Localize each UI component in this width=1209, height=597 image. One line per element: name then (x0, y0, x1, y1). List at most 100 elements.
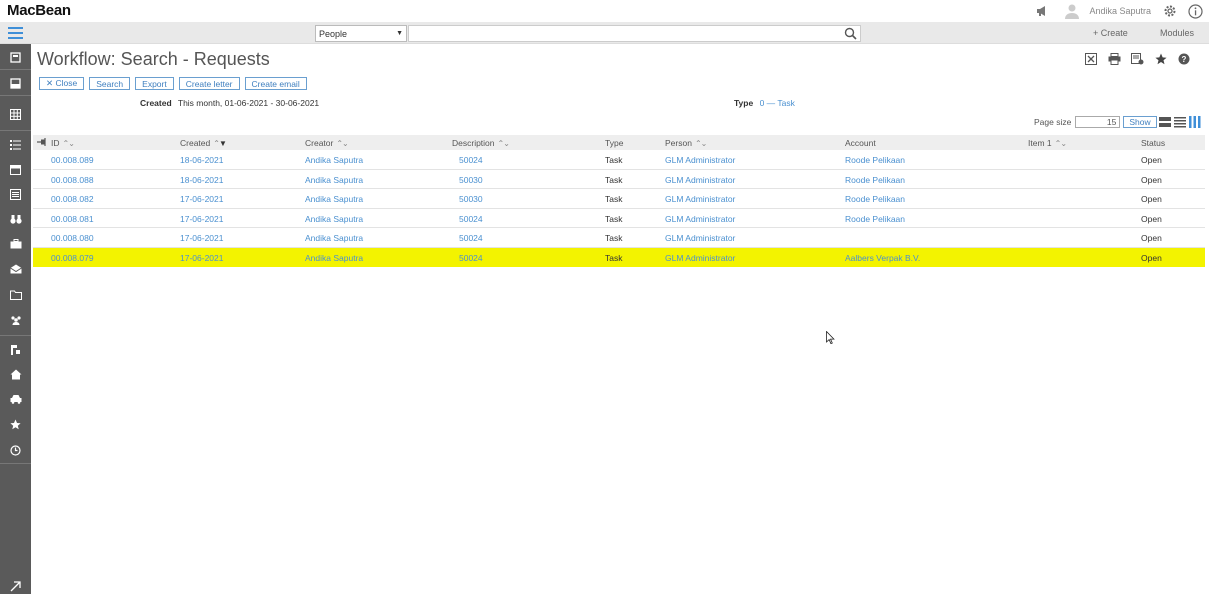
help-icon[interactable]: ? (1177, 52, 1191, 66)
table-row[interactable]: 00.008.079 17-06-2021 Andika Saputra 50024 T… (33, 247, 1205, 267)
cell-person[interactable]: GLM Administrator (665, 155, 735, 165)
cell-creator[interactable]: Andika Saputra (305, 233, 363, 243)
table-row[interactable]: 00.008.089 18-06-2021 Andika Saputra 50024 T… (33, 150, 1205, 170)
column-header-description[interactable]: Description ⌃⌄ (452, 138, 510, 148)
cell-account[interactable]: Roode Pelikaan (845, 155, 905, 165)
cell-person[interactable]: GLM Administrator (665, 214, 735, 224)
cell-created[interactable]: 17-06-2021 (180, 194, 223, 204)
settings-icon[interactable] (1130, 52, 1144, 66)
cell-id[interactable]: 00.008.089 (51, 155, 94, 165)
column-header-status[interactable]: Status (1141, 138, 1165, 148)
cell-creator[interactable]: Andika Saputra (305, 155, 363, 165)
cell-account[interactable]: Roode Pelikaan (845, 175, 905, 185)
create-button[interactable]: + Create (1093, 25, 1128, 41)
cell-description[interactable]: 50024 (459, 155, 483, 165)
cell-creator[interactable]: Andika Saputra (305, 214, 363, 224)
cell-person[interactable]: GLM Administrator (665, 175, 735, 185)
mail-icon[interactable] (0, 258, 31, 280)
sort-icon[interactable]: ⌃⌄ (336, 139, 348, 148)
avatar[interactable] (1059, 3, 1085, 19)
column-header-id[interactable]: ID ⌃⌄ (51, 138, 75, 148)
search-button[interactable]: Search (89, 77, 131, 90)
home-icon[interactable] (0, 363, 31, 385)
app-logo[interactable]: MacBean (7, 2, 71, 19)
car-icon[interactable] (0, 388, 31, 410)
column-header-created[interactable]: Created ⌃▼ (180, 138, 227, 148)
menu-icon[interactable] (0, 22, 31, 44)
modules-button[interactable]: Modules (1160, 25, 1194, 41)
cell-description[interactable]: 50024 (459, 233, 483, 243)
cell-id[interactable]: 00.008.088 (51, 175, 94, 185)
cell-person[interactable]: GLM Administrator (665, 233, 735, 243)
cell-description[interactable]: 50030 (459, 175, 483, 185)
cell-id[interactable]: 00.008.080 (51, 233, 94, 243)
cell-created[interactable]: 18-06-2021 (180, 175, 223, 185)
sort-icon[interactable]: ⌃⌄ (695, 139, 707, 148)
briefcase-icon[interactable] (0, 233, 31, 255)
table-row[interactable]: 00.008.080 17-06-2021 Andika Saputra 50024 T… (33, 228, 1205, 248)
cell-creator[interactable]: Andika Saputra (305, 175, 363, 185)
cell-created[interactable]: 17-06-2021 (180, 214, 223, 224)
cell-created[interactable]: 17-06-2021 (180, 233, 223, 243)
cell-id[interactable]: 00.008.081 (51, 214, 94, 224)
dashboard-icon[interactable] (0, 46, 31, 68)
inbox-icon[interactable] (0, 72, 31, 94)
column-header-person[interactable]: Person ⌃⌄ (665, 138, 707, 148)
table-row[interactable]: 00.008.082 17-06-2021 Andika Saputra 50030 T… (33, 189, 1205, 209)
binoculars-icon[interactable] (0, 208, 31, 230)
cell-created[interactable]: 18-06-2021 (180, 155, 223, 165)
close-button[interactable]: ✕ Close (39, 77, 85, 90)
cell-id[interactable]: 00.008.079 (51, 253, 94, 263)
show-button[interactable]: Show (1123, 116, 1157, 128)
column-header-account[interactable]: Account (845, 138, 876, 148)
sort-icon[interactable]: ⌃⌄ (1055, 139, 1067, 148)
cell-person[interactable]: GLM Administrator (665, 194, 735, 204)
info-icon[interactable] (1181, 3, 1209, 19)
filter-type-value[interactable]: 0 — Task (760, 98, 795, 108)
clock-icon[interactable] (0, 439, 31, 461)
cell-creator[interactable]: Andika Saputra (305, 194, 363, 204)
search-category-select[interactable]: People ▼ (315, 25, 407, 42)
list-icon[interactable] (0, 183, 31, 205)
route-icon[interactable] (0, 338, 31, 360)
gear-icon[interactable] (1159, 4, 1181, 18)
cell-description[interactable]: 50024 (459, 253, 483, 263)
view-list-icon[interactable] (1174, 116, 1186, 130)
checklist-icon[interactable] (0, 133, 31, 155)
table-row[interactable]: 00.008.088 18-06-2021 Andika Saputra 50030 T… (33, 170, 1205, 189)
column-header-item1[interactable]: Item 1 ⌃⌄ (1028, 138, 1067, 148)
sort-icon[interactable]: ⌃⌄ (498, 139, 510, 148)
cell-account[interactable]: Aalbers Verpak B.V. (845, 253, 920, 263)
group-icon[interactable] (0, 309, 31, 331)
sort-desc-icon[interactable]: ⌃▼ (213, 139, 227, 148)
user-name[interactable]: Andika Saputra (1089, 6, 1151, 16)
pin-icon[interactable] (37, 138, 47, 146)
create-letter-button[interactable]: Create letter (178, 77, 240, 90)
cell-created[interactable]: 17-06-2021 (180, 253, 223, 263)
column-header-type[interactable]: Type (605, 138, 623, 148)
column-header-creator[interactable]: Creator ⌃⌄ (305, 138, 349, 148)
star-icon[interactable] (0, 413, 31, 435)
print-icon[interactable] (1107, 52, 1121, 66)
calendar-icon[interactable] (0, 158, 31, 180)
excel-icon[interactable] (1084, 52, 1098, 66)
page-size-input[interactable]: 15 (1075, 116, 1121, 128)
megaphone-icon[interactable] (1031, 4, 1053, 18)
search-input[interactable] (408, 25, 861, 42)
cell-description[interactable]: 50030 (459, 194, 483, 204)
create-email-button[interactable]: Create email (244, 77, 307, 90)
export-button[interactable]: Export (135, 77, 174, 90)
view-columns-icon[interactable] (1189, 116, 1201, 130)
cell-id[interactable]: 00.008.082 (51, 194, 94, 204)
sort-icon[interactable]: ⌃⌄ (63, 139, 75, 148)
grid-icon[interactable] (0, 103, 31, 125)
favorite-star-icon[interactable] (1154, 52, 1168, 66)
folder-icon[interactable] (0, 284, 31, 306)
table-row[interactable]: 00.008.081 17-06-2021 Andika Saputra 50024 T… (33, 209, 1205, 228)
cell-description[interactable]: 50024 (459, 214, 483, 224)
cell-account[interactable]: Roode Pelikaan (845, 194, 905, 204)
search-icon[interactable] (844, 27, 857, 42)
cell-account[interactable]: Roode Pelikaan (845, 214, 905, 224)
cell-person[interactable]: GLM Administrator (665, 253, 735, 263)
cell-creator[interactable]: Andika Saputra (305, 253, 363, 263)
